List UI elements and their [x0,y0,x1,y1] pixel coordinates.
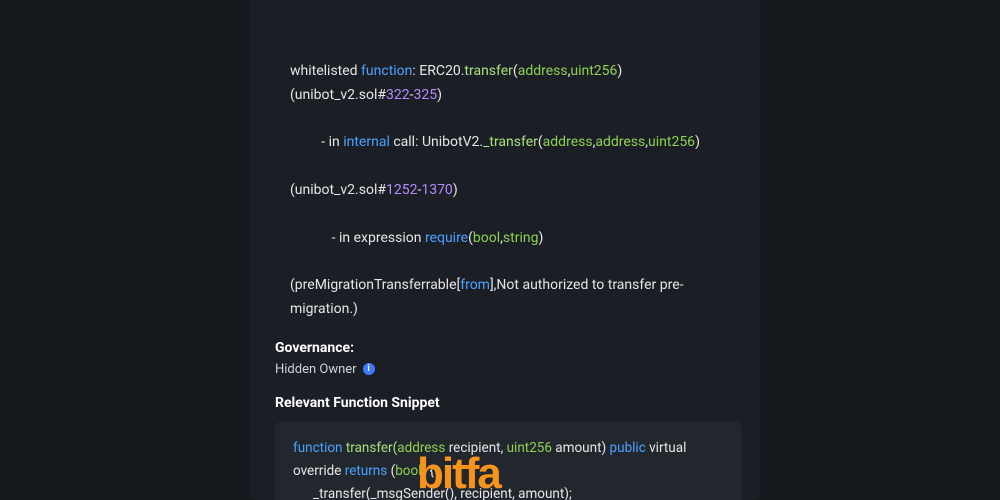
logo-text: bitfa [417,452,500,496]
trace-line-5: - in expression require(bool,string) [290,203,730,274]
code-line-1: function transfer(address recipient, uin… [293,437,724,483]
method-name: transfer( [343,440,398,456]
type-uint256: uint256 [648,134,695,150]
text: - in [311,134,343,150]
paren: ) [695,134,700,150]
trace-line-1: whitelisted function: ERC20.transfer(add… [290,60,730,84]
keyword-public: public [610,440,646,456]
text: - in expression [311,230,425,246]
paren: ) [437,87,442,103]
type-address: address [518,63,568,79]
paren: ) [538,230,543,246]
governance-value: Hidden Owner [275,362,357,377]
var-from: from [460,277,490,293]
keyword-require: require [425,230,468,246]
info-icon[interactable]: i [363,363,375,375]
text: : ERC20. [412,63,464,79]
trace-line-3: - in internal call: UnibotV2._transfer(a… [290,108,730,179]
paren: ) [617,63,622,79]
type-uint256: uint256 [507,440,552,456]
type-uint256: uint256 [570,63,617,79]
text: (unibot_v2.sol# [290,182,386,198]
method-name: _transfer [483,134,538,150]
keyword-returns: returns [345,463,387,479]
type-address: address [543,134,593,150]
text: (preMigrationTransferrable[ [290,277,460,293]
trace-line-2: (unibot_v2.sol#322-325) [290,84,730,108]
line-number: 325 [413,87,437,103]
trace-line-4: (unibot_v2.sol#1252-1370) [290,179,730,203]
text: whitelisted [290,63,361,79]
line-number: 322 [386,87,410,103]
line-number: 1370 [421,182,452,198]
report-panel: whitelisted function: ERC20.transfer(add… [250,0,760,500]
paren: ) [453,182,458,198]
type-address: address [595,134,645,150]
line-number: 1252 [386,182,417,198]
text: call: UnibotV2. [390,134,483,150]
governance-row: Hidden Owner i [275,362,760,377]
param: amount) [552,440,610,456]
code-line-2: _transfer(_msgSender(), recipient, amoun… [293,483,724,500]
code-snippet: function transfer(address recipient, uin… [275,421,742,500]
type-bool: bool [473,230,500,246]
bitfa-logo: bitfa [417,452,500,496]
keyword-internal: internal [343,134,390,150]
trace-block: whitelisted function: ERC20.transfer(add… [250,0,760,322]
type-string: string [503,230,539,246]
snippet-heading: Relevant Function Snippet [275,395,760,411]
trace-line-6: (preMigrationTransferrable[from],Not aut… [290,274,730,322]
text: (unibot_v2.sol# [290,87,386,103]
keyword-function: function [293,440,343,456]
keyword-function: function [361,63,412,79]
governance-heading: Governance: [275,340,760,356]
method-name: transfer [464,63,513,79]
